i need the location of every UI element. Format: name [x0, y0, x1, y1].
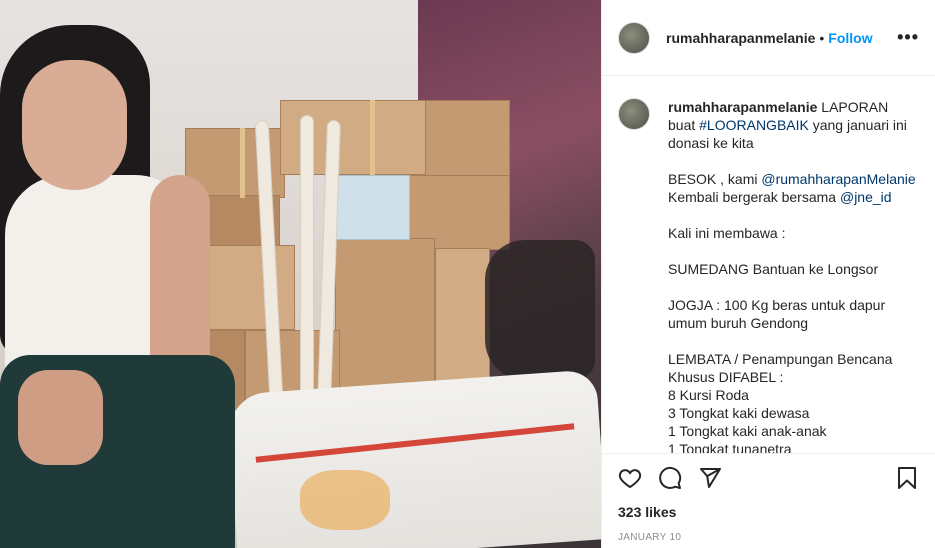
caption-line: 3 Tongkat kaki dewasa [668, 404, 918, 422]
box-tape [370, 100, 375, 175]
post-date[interactable]: JANUARY 10 [618, 532, 919, 543]
rice-sack-print [300, 470, 390, 530]
caption-text-segment: Khusus DIFABEL : [668, 369, 784, 385]
box-tape [240, 128, 245, 198]
caption-avatar[interactable] [618, 98, 650, 130]
caption-line [668, 206, 918, 224]
cardboard-box [335, 238, 435, 388]
caption-text-segment: Kali ini membawa : [668, 225, 786, 241]
post-header: rumahharapanmelanie • Follow ••• [602, 0, 935, 76]
caption-text-segment: 8 Kursi Roda [668, 387, 749, 403]
caption-line [668, 242, 918, 260]
instagram-post: rumahharapanmelanie • Follow ••• rumahha… [0, 0, 935, 548]
like-count[interactable]: 323 likes [618, 504, 919, 520]
caption-text-segment: 1 Tongkat tunanetra [668, 441, 792, 453]
caption-line: BESOK , kami @rumahharapanMelanie [668, 170, 918, 188]
caption-text-segment: umum buruh Gendong [668, 315, 809, 331]
caption-area[interactable]: rumahharapanmelanie LAPORAN buat #LOORANG… [602, 76, 935, 453]
caption-username[interactable]: rumahharapanmelanie [668, 99, 817, 115]
caption-text-segment: LAPORAN [817, 99, 889, 115]
comment-icon[interactable] [658, 466, 682, 493]
caption-line: 8 Kursi Roda [668, 386, 918, 404]
crutch [300, 115, 314, 405]
caption-line: buat #LOORANGBAIK yang januari ini [668, 116, 918, 134]
header-username[interactable]: rumahharapanmelanie [666, 30, 815, 46]
caption-line: Kali ini membawa : [668, 224, 918, 242]
caption-tag-link[interactable]: #LOORANGBAIK [699, 117, 809, 133]
caption-text-segment: JOGJA : 100 Kg beras untuk dapur [668, 297, 886, 313]
caption-tag-link[interactable]: @rumahharapanMelanie [761, 171, 915, 187]
cardboard-box [435, 248, 490, 388]
caption-text-segment: buat [668, 117, 700, 133]
follow-button[interactable]: Follow [828, 30, 872, 46]
caption-line [668, 332, 918, 350]
caption-text-segment: LEMBATA / Penampungan Bencana [668, 351, 893, 367]
caption-line [668, 278, 918, 296]
caption-text-segment: Kembali bergerak bersama [668, 189, 840, 205]
bookmark-icon[interactable] [895, 466, 919, 493]
caption-line: 1 Tongkat tunanetra [668, 440, 918, 453]
caption-text-segment: SUMEDANG Bantuan ke Longsor [668, 261, 879, 277]
person-hands [18, 370, 103, 465]
fan [485, 240, 595, 380]
action-icons [618, 464, 919, 494]
caption-line [668, 152, 918, 170]
cardboard-box [205, 245, 295, 330]
avatar[interactable] [618, 21, 650, 54]
caption-tag-link[interactable]: @jne_id [840, 189, 892, 205]
caption-line: Kembali bergerak bersama @jne_id [668, 188, 918, 206]
caption-text-segment: yang januari ini [808, 117, 907, 133]
person-face [22, 60, 127, 190]
caption-line: umum buruh Gendong [668, 314, 918, 332]
heart-icon[interactable] [618, 466, 642, 493]
more-options-icon[interactable]: ••• [897, 27, 919, 48]
separator-dot: • [819, 29, 825, 46]
caption-line: donasi ke kita [668, 134, 918, 152]
package [335, 175, 410, 240]
caption-line: LAPORAN [817, 99, 888, 115]
caption-line: JOGJA : 100 Kg beras untuk dapur [668, 296, 918, 314]
caption-line: 1 Tongkat kaki anak-anak [668, 422, 918, 440]
post-actions: 323 likes JANUARY 10 [602, 453, 935, 543]
caption-text: rumahharapanmelanie LAPORAN buat #LOORANG… [668, 98, 918, 453]
post-photo[interactable] [0, 0, 601, 548]
caption-text-segment: 1 Tongkat kaki anak-anak [668, 423, 827, 439]
caption-line: SUMEDANG Bantuan ke Longsor [668, 260, 918, 278]
caption-text-segment: 3 Tongkat kaki dewasa [668, 405, 810, 421]
caption-text-segment: BESOK , kami [668, 171, 762, 187]
share-icon[interactable] [698, 466, 722, 493]
caption-line: Khusus DIFABEL : [668, 368, 918, 386]
caption-line: LEMBATA / Penampungan Bencana [668, 350, 918, 368]
caption-text-segment: donasi ke kita [668, 135, 754, 151]
post-side-panel: rumahharapanmelanie • Follow ••• rumahha… [601, 0, 935, 548]
